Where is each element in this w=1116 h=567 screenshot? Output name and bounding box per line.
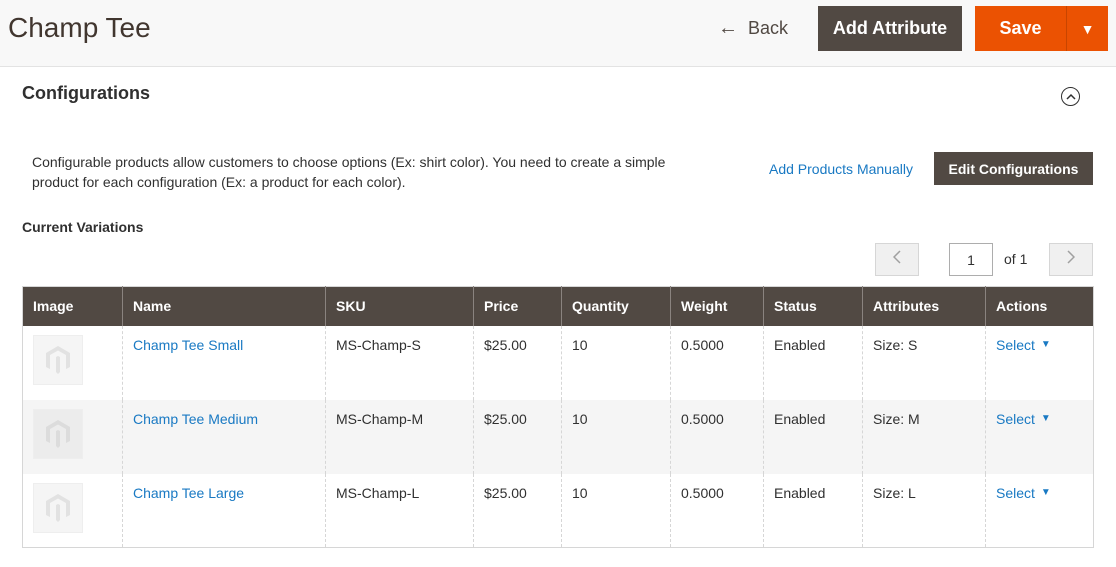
status-cell: Enabled xyxy=(763,399,863,474)
weight-cell: 0.5000 xyxy=(670,399,764,474)
attributes-cell: Size: L xyxy=(862,473,986,548)
image-cell xyxy=(22,399,123,474)
caret-down-icon: ▼ xyxy=(1040,487,1051,498)
name-cell: Champ Tee Medium xyxy=(122,399,326,474)
status-cell: Enabled xyxy=(763,325,863,400)
attributes-cell: Size: M xyxy=(862,399,986,474)
back-label: Back xyxy=(748,17,789,38)
weight-cell: 0.5000 xyxy=(670,473,764,548)
actions-cell: Select ▼ xyxy=(985,473,1094,548)
column-header-name: Name xyxy=(122,286,326,326)
product-name-link[interactable]: Champ Tee Medium xyxy=(133,411,258,427)
actions-cell: Select ▼ xyxy=(985,399,1094,474)
caret-down-icon: ▼ xyxy=(1080,20,1095,37)
variations-table: Image Name SKU Price Quantity Weight Sta… xyxy=(22,286,1094,548)
table-row: Champ Tee Medium MS-Champ-M $25.00 10 0.… xyxy=(22,399,1094,474)
image-cell xyxy=(23,474,123,548)
table-row: Champ Tee Small MS-Champ-S $25.00 10 0.5… xyxy=(23,325,1094,400)
column-header-price: Price xyxy=(473,286,562,326)
weight-cell: 0.5000 xyxy=(670,325,764,400)
image-cell xyxy=(23,326,123,400)
sku-cell: MS-Champ-L xyxy=(325,473,474,548)
table-header-row: Image Name SKU Price Quantity Weight Sta… xyxy=(22,286,1094,326)
configurations-section-title[interactable]: Configurations xyxy=(22,82,150,104)
product-name-link[interactable]: Champ Tee Large xyxy=(133,485,244,501)
pager-total-label: of 1 xyxy=(1004,251,1028,267)
quantity-cell: 10 xyxy=(561,473,671,548)
back-button[interactable]: ← Back xyxy=(718,10,788,46)
caret-down-icon: ▼ xyxy=(1040,413,1051,424)
magento-logo-placeholder-icon[interactable] xyxy=(33,408,83,459)
attributes-cell: Size: S xyxy=(862,325,986,400)
price-cell: $25.00 xyxy=(473,399,562,474)
name-cell: Champ Tee Small xyxy=(122,325,326,400)
column-header-weight: Weight xyxy=(670,286,764,326)
configurations-description: Configurable products allow customers to… xyxy=(32,154,666,190)
chevron-up-circle-icon[interactable] xyxy=(1061,87,1080,106)
quantity-cell: 10 xyxy=(561,325,671,400)
magento-logo-placeholder-icon[interactable] xyxy=(33,334,83,385)
save-button-group: Save ▼ xyxy=(975,6,1108,51)
product-name-link[interactable]: Champ Tee Small xyxy=(133,337,243,353)
edit-configurations-button[interactable]: Edit Configurations xyxy=(934,152,1093,185)
select-label: Select xyxy=(996,484,1035,501)
page-header: Champ Tee ← Back Add Attribute Save ▼ xyxy=(0,0,1116,67)
status-cell: Enabled xyxy=(763,473,863,548)
save-button[interactable]: Save xyxy=(975,6,1067,51)
quantity-cell: 10 xyxy=(561,399,671,474)
add-attribute-button[interactable]: Add Attribute xyxy=(818,6,962,51)
sku-cell: MS-Champ-S xyxy=(325,325,474,400)
current-variations-title: Current Variations xyxy=(22,219,144,235)
sku-cell: MS-Champ-M xyxy=(325,399,474,474)
column-header-image: Image xyxy=(22,286,123,326)
select-action-dropdown[interactable]: Select ▼ xyxy=(996,485,1051,501)
select-label: Select xyxy=(996,336,1035,353)
select-action-dropdown[interactable]: Select ▼ xyxy=(996,411,1051,427)
page-title: Champ Tee xyxy=(8,12,151,43)
column-header-quantity: Quantity xyxy=(561,286,671,326)
select-action-dropdown[interactable]: Select ▼ xyxy=(996,337,1051,353)
select-label: Select xyxy=(996,410,1035,427)
chevron-right-icon xyxy=(1067,250,1076,269)
pager-page-input[interactable] xyxy=(949,243,993,276)
save-dropdown-toggle[interactable]: ▼ xyxy=(1067,6,1108,51)
column-header-attributes: Attributes xyxy=(862,286,986,326)
price-cell: $25.00 xyxy=(473,473,562,548)
column-header-actions: Actions xyxy=(985,286,1094,326)
table-row: Champ Tee Large MS-Champ-L $25.00 10 0.5… xyxy=(23,473,1094,548)
chevron-left-icon xyxy=(892,250,901,269)
column-header-sku: SKU xyxy=(325,286,474,326)
pager-next-button[interactable] xyxy=(1049,243,1093,276)
caret-down-icon: ▼ xyxy=(1040,339,1051,350)
add-products-manually-link[interactable]: Add Products Manually xyxy=(769,159,913,179)
actions-cell: Select ▼ xyxy=(985,325,1094,400)
price-cell: $25.00 xyxy=(473,325,562,400)
pager-prev-button[interactable] xyxy=(875,243,919,276)
magento-logo-placeholder-icon[interactable] xyxy=(33,482,83,533)
arrow-left-icon: ← xyxy=(718,17,738,39)
column-header-status: Status xyxy=(763,286,863,326)
name-cell: Champ Tee Large xyxy=(122,473,326,548)
